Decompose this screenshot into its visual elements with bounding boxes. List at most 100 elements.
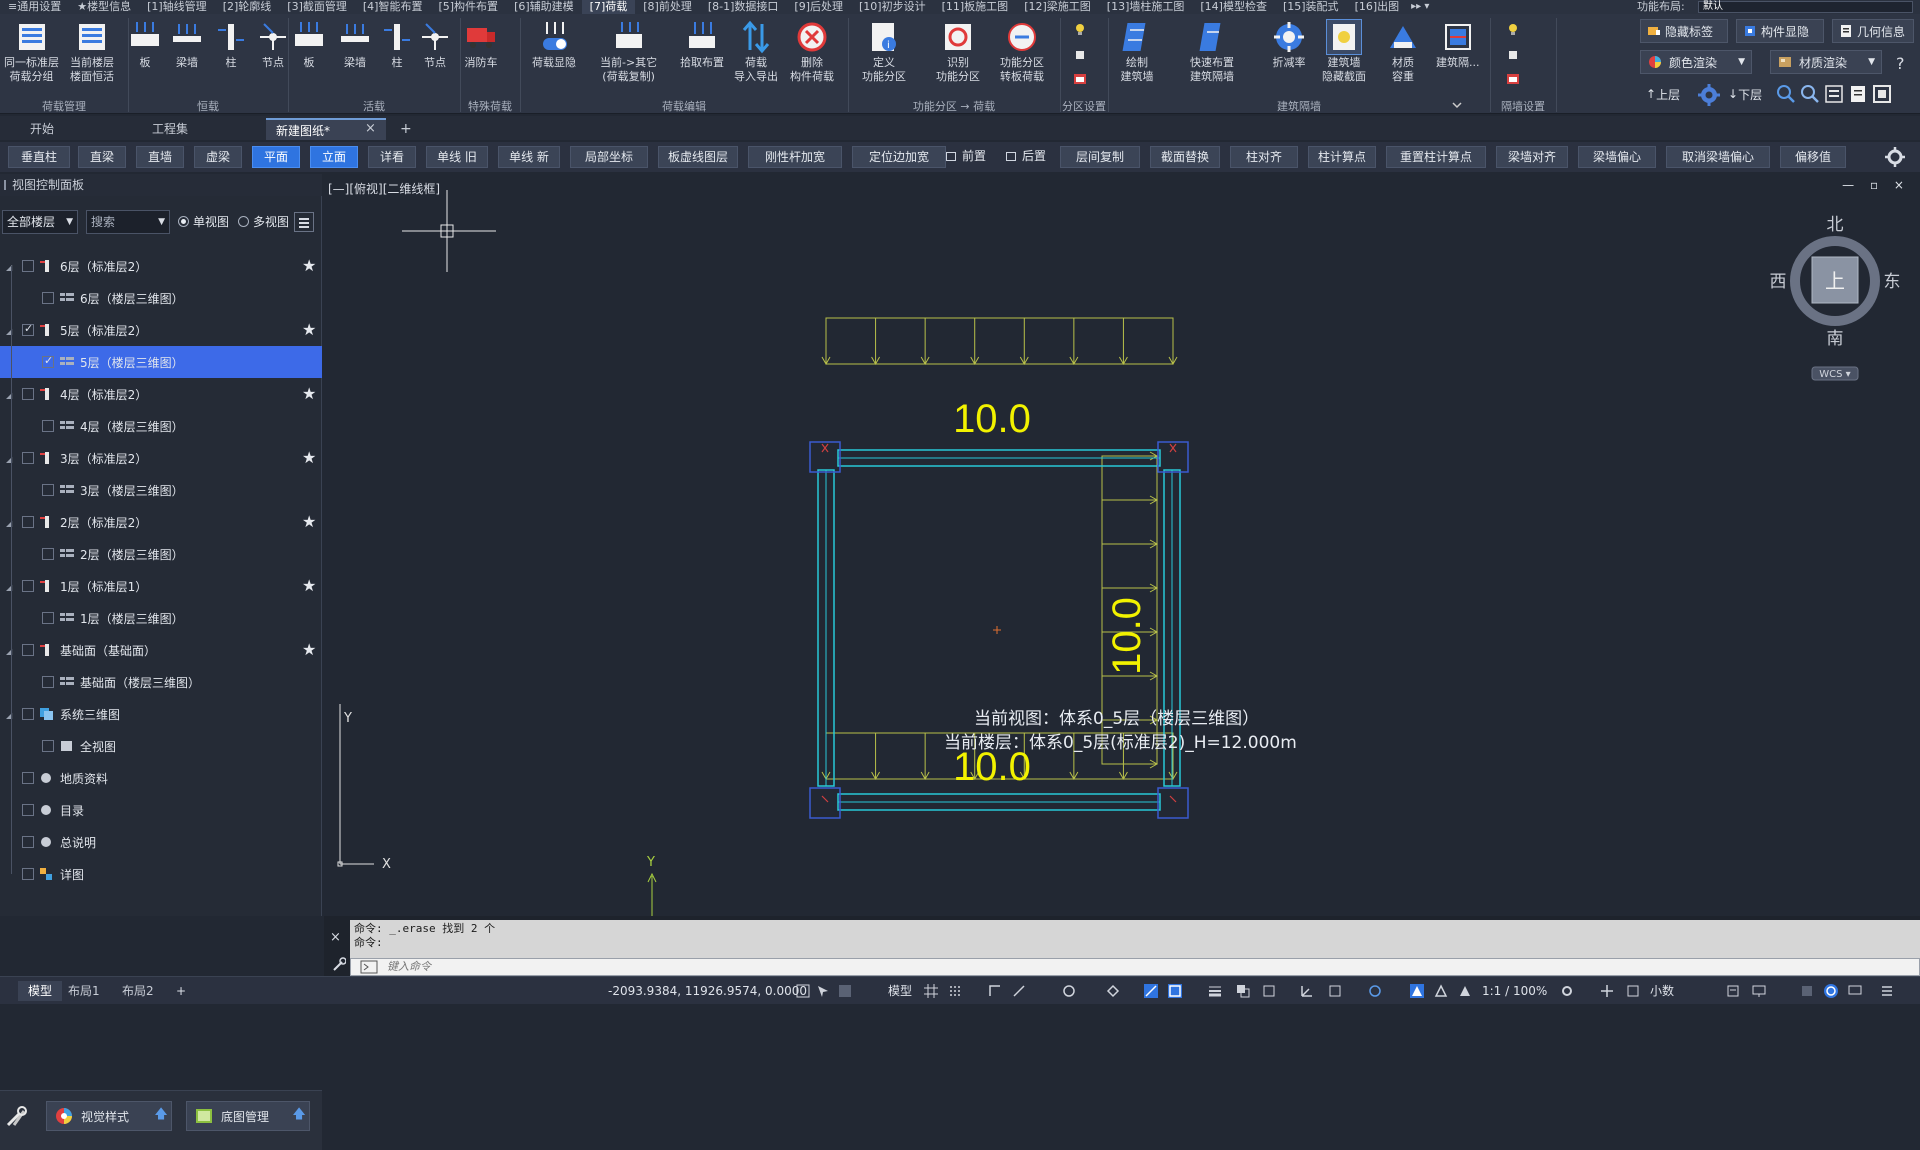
polar-icon[interactable] xyxy=(1012,984,1026,998)
toolbar-button[interactable]: 垂直柱 xyxy=(8,146,70,168)
ribbon-button-delete[interactable]: 删除 构件荷载 xyxy=(790,20,834,84)
dots-grid-icon[interactable] xyxy=(948,984,962,998)
tree-checkbox[interactable] xyxy=(22,708,34,720)
document-icon[interactable] xyxy=(1848,84,1868,104)
tree-checkbox[interactable] xyxy=(42,676,54,688)
ribbon-button-stack[interactable]: 同一标准层 荷载分组 xyxy=(4,20,59,84)
bulb-small-icon-2[interactable] xyxy=(1506,22,1520,36)
tree-item[interactable]: 全视图 xyxy=(0,730,322,762)
grid-toggle-icon[interactable] xyxy=(796,984,810,998)
transparency-icon[interactable] xyxy=(1236,984,1250,998)
zoom-out-icon[interactable] xyxy=(1800,84,1820,104)
tree-checkbox[interactable] xyxy=(22,836,34,848)
toolbar-button[interactable]: 详看 xyxy=(368,146,416,168)
units-select[interactable]: 小数 xyxy=(1650,981,1674,1001)
tree-item[interactable]: 目录 xyxy=(0,794,322,826)
hamburger-menu-button[interactable] xyxy=(294,212,314,232)
ribbon-button-wall[interactable]: 绘制 建筑墙 xyxy=(1120,20,1154,84)
tree-checkbox[interactable] xyxy=(42,354,54,368)
frame-icon[interactable] xyxy=(1872,84,1892,104)
tree-item[interactable]: 4层（楼层三维图） xyxy=(0,410,322,442)
toolbar-button[interactable]: 虚梁 xyxy=(194,146,242,168)
ribbon-button-column[interactable]: 柱 xyxy=(380,20,414,70)
menu-tab[interactable]: [1]轴线管理 xyxy=(139,0,215,14)
toolbar-button[interactable]: 局部坐标 xyxy=(570,146,648,168)
floor-filter-select[interactable]: 全部楼层 ▼ xyxy=(2,210,78,234)
settings-gear-icon[interactable] xyxy=(1884,146,1906,168)
ortho-icon[interactable] xyxy=(988,984,1002,998)
tree-checkbox[interactable] xyxy=(22,322,34,336)
close-command-icon[interactable]: × xyxy=(330,930,341,945)
menu-tab[interactable]: [5]构件布置 xyxy=(430,0,506,14)
toolbar-button[interactable]: 平面 xyxy=(252,146,300,168)
scale-icon[interactable] xyxy=(1458,984,1472,998)
toolbar-button[interactable]: 梁墙对齐 xyxy=(1496,146,1568,168)
lineweight-icon[interactable] xyxy=(1208,984,1222,998)
toolbar-button[interactable]: 直梁 xyxy=(78,146,126,168)
hide-labels-button[interactable]: 隐藏标签 xyxy=(1640,19,1728,43)
command-prompt-icon[interactable] xyxy=(360,960,378,974)
ribbon-button-define[interactable]: i 定义 功能分区 xyxy=(862,20,906,84)
ribbon-button-truck[interactable]: 消防车 xyxy=(464,20,498,70)
tree-item[interactable]: 详图 xyxy=(0,858,322,890)
ribbon-button-copy[interactable]: 当前->其它 (荷载复制) xyxy=(600,20,657,84)
tree-item[interactable]: 总说明 xyxy=(0,826,322,858)
annotation-icon[interactable] xyxy=(1368,984,1382,998)
menu-tab[interactable]: [10]初步设计 xyxy=(851,0,934,14)
close-icon[interactable]: × xyxy=(365,118,376,140)
multi-view-radio[interactable] xyxy=(238,216,249,227)
ribbon-button-column[interactable]: 柱 xyxy=(214,20,248,70)
star-icon[interactable]: ★ xyxy=(302,320,316,339)
toolbar-button[interactable]: 立面 xyxy=(310,146,358,168)
polar-tracking-icon[interactable] xyxy=(1062,984,1076,998)
hardware-accel-icon[interactable] xyxy=(1800,984,1814,998)
tree-checkbox[interactable] xyxy=(42,484,54,496)
tree-item[interactable]: 1层（楼层三维图） xyxy=(0,602,322,634)
drawing-viewport[interactable]: [—][俯视][二维线框] — ▫ × 10.0 10.0 10.0 Y X Y… xyxy=(324,174,1920,916)
tree-checkbox[interactable] xyxy=(22,260,34,272)
menu-tab[interactable]: [16]出图 xyxy=(1347,0,1408,14)
grid-icon[interactable] xyxy=(924,984,938,998)
tree-checkbox[interactable] xyxy=(42,612,54,624)
star-icon[interactable]: ★ xyxy=(302,512,316,531)
tree-item[interactable]: ◢ 系统三维图 xyxy=(0,698,322,730)
tree-checkbox[interactable] xyxy=(22,516,34,528)
drawing-canvas[interactable]: 10.0 10.0 10.0 Y X Y 上 北 南 西 东 WCS ▾ xyxy=(324,174,1920,916)
toolbar-button[interactable]: 层间复制 xyxy=(1060,146,1140,168)
visual-style-button[interactable]: 视觉样式 🡅 xyxy=(46,1101,172,1131)
tab-model[interactable]: 模型 xyxy=(18,981,63,1001)
ribbon-button-material[interactable]: 材质 容重 xyxy=(1386,20,1420,84)
menu-tab[interactable]: [11]板施工图 xyxy=(934,0,1017,14)
tree-item[interactable]: 5层（楼层三维图） xyxy=(0,346,322,378)
wrench-icon[interactable] xyxy=(332,956,346,972)
beam-bottom[interactable] xyxy=(837,793,1161,811)
tree-checkbox[interactable] xyxy=(42,740,54,752)
compass-north[interactable]: 北 xyxy=(1827,215,1844,235)
menu-overflow-button[interactable]: ▸▸ ▾ xyxy=(1407,0,1433,14)
tree-checkbox[interactable] xyxy=(22,644,34,656)
menu-tab[interactable]: ≡通用设置 xyxy=(0,0,69,14)
layout-grid-icon[interactable] xyxy=(838,984,852,998)
tree-checkbox[interactable] xyxy=(42,420,54,432)
tree-item[interactable]: 基础面（楼层三维图） xyxy=(0,666,322,698)
isolate-icon[interactable] xyxy=(1626,984,1640,998)
toolbar-button[interactable]: 梁墙偏心 xyxy=(1578,146,1656,168)
toolbar-button[interactable]: 板虚线图层 xyxy=(658,146,738,168)
tab-layout1[interactable]: 布局1 xyxy=(58,981,110,1001)
ribbon-button-stack[interactable]: 当前楼层 楼面恒活 xyxy=(70,20,114,84)
workspace-gear-icon[interactable] xyxy=(1560,984,1574,998)
search-select[interactable]: 搜索 ▼ xyxy=(86,210,170,234)
tree-item[interactable]: 2层（楼层三维图） xyxy=(0,538,322,570)
add-layout-button[interactable]: + xyxy=(176,981,186,1001)
ribbon-button-reduce[interactable]: 折减率 xyxy=(1272,20,1306,70)
tree-checkbox[interactable] xyxy=(22,868,34,880)
display-icon[interactable] xyxy=(1752,984,1766,998)
dot-small-icon-2[interactable] xyxy=(1506,48,1520,62)
ribbon-button-convert[interactable]: 功能分区 转板荷载 xyxy=(1000,20,1044,84)
toolbar-button[interactable]: 后置 xyxy=(1000,146,1052,168)
menu-tab[interactable]: ★楼型信息 xyxy=(69,0,139,14)
3d-osnap-icon[interactable] xyxy=(1300,984,1314,998)
toolbar-button[interactable]: 柱计算点 xyxy=(1308,146,1376,168)
toolbar-button[interactable]: 直墙 xyxy=(136,146,184,168)
tab-project-set[interactable]: 工程集 xyxy=(142,118,260,140)
